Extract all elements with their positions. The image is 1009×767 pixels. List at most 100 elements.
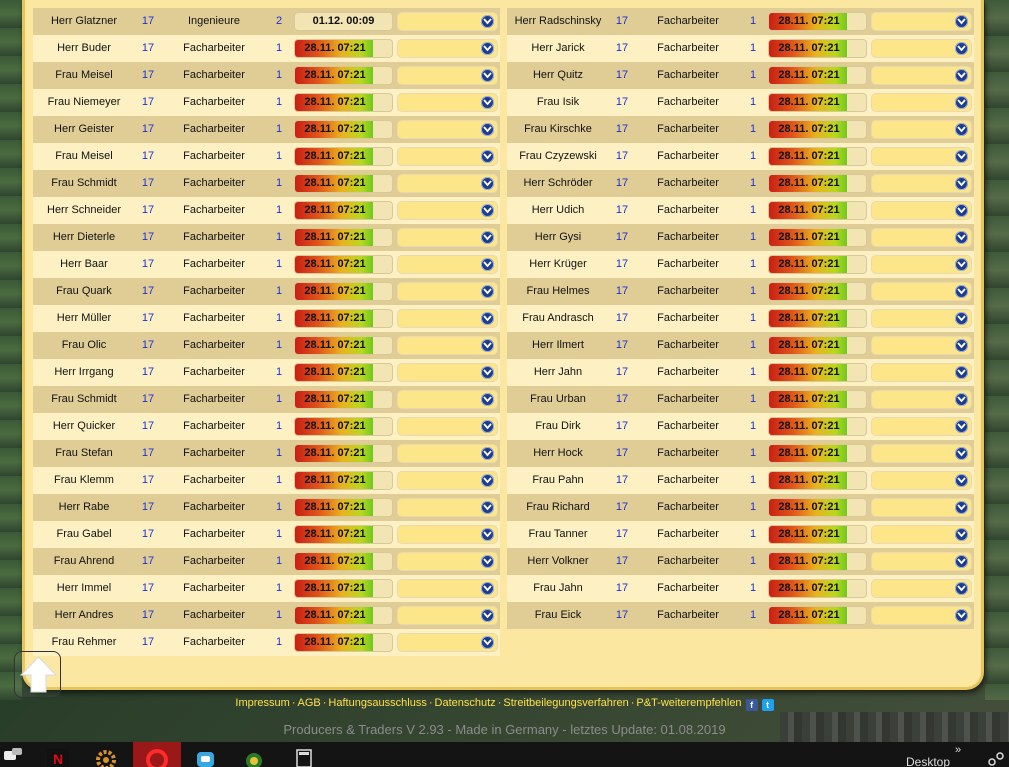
employee-name[interactable]: Frau Klemm — [33, 467, 135, 494]
opera-browser-icon[interactable] — [133, 742, 181, 767]
chevron-down-icon[interactable] — [481, 339, 494, 352]
chevron-down-icon[interactable] — [955, 582, 968, 595]
chevron-down-icon[interactable] — [481, 285, 494, 298]
settings-gear-icon[interactable] — [86, 742, 126, 767]
employee-name[interactable]: Herr Dieterle — [33, 224, 135, 251]
employee-name[interactable]: Frau Tanner — [507, 521, 609, 548]
chevron-down-icon[interactable] — [955, 150, 968, 163]
chevron-down-icon[interactable] — [481, 447, 494, 460]
action-select[interactable] — [871, 552, 972, 571]
chevron-down-icon[interactable] — [481, 420, 494, 433]
chevron-down-icon[interactable] — [955, 420, 968, 433]
chevron-down-icon[interactable] — [481, 96, 494, 109]
chevron-down-icon[interactable] — [481, 231, 494, 244]
chevron-down-icon[interactable] — [955, 609, 968, 622]
action-select[interactable] — [871, 12, 972, 31]
chevron-down-icon[interactable] — [481, 258, 494, 271]
chevron-down-icon[interactable] — [955, 177, 968, 190]
action-select[interactable] — [397, 525, 498, 544]
action-select[interactable] — [397, 309, 498, 328]
employee-name[interactable]: Herr Schröder — [507, 170, 609, 197]
action-select[interactable] — [871, 417, 972, 436]
chevron-down-icon[interactable] — [955, 528, 968, 541]
employee-name[interactable]: Frau Meisel — [33, 62, 135, 89]
chevron-down-icon[interactable] — [955, 42, 968, 55]
chevron-down-icon[interactable] — [481, 555, 494, 568]
action-select[interactable] — [871, 606, 972, 625]
action-select[interactable] — [871, 471, 972, 490]
action-select[interactable] — [397, 552, 498, 571]
chevron-down-icon[interactable] — [955, 312, 968, 325]
chevron-down-icon[interactable] — [481, 204, 494, 217]
action-select[interactable] — [397, 363, 498, 382]
footer-link[interactable]: P&T-weiterempfehlen — [636, 697, 741, 709]
action-select[interactable] — [397, 39, 498, 58]
facebook-icon[interactable]: f — [745, 699, 758, 711]
action-select[interactable] — [397, 417, 498, 436]
employee-name[interactable]: Frau Eick — [507, 602, 609, 629]
action-select[interactable] — [397, 93, 498, 112]
action-select[interactable] — [871, 498, 972, 517]
employee-name[interactable]: Frau Pahn — [507, 467, 609, 494]
employee-name[interactable]: Herr Glatzner — [33, 8, 135, 35]
chevron-down-icon[interactable] — [481, 582, 494, 595]
chevron-down-icon[interactable] — [955, 96, 968, 109]
employee-name[interactable]: Frau Helmes — [507, 278, 609, 305]
netflix-icon[interactable]: N — [42, 742, 74, 767]
footer-link[interactable]: Haftungsausschluss — [328, 697, 426, 709]
employee-name[interactable]: Frau Stefan — [33, 440, 135, 467]
chevron-down-icon[interactable] — [481, 528, 494, 541]
employee-name[interactable]: Herr Müller — [33, 305, 135, 332]
employee-name[interactable]: Herr Jahn — [507, 359, 609, 386]
chevron-down-icon[interactable] — [481, 15, 494, 28]
employee-name[interactable]: Herr Andres — [33, 602, 135, 629]
employee-name[interactable]: Herr Jarick — [507, 35, 609, 62]
twitter-icon[interactable]: t — [761, 699, 774, 711]
chevron-down-icon[interactable] — [955, 258, 968, 271]
action-select[interactable] — [871, 174, 972, 193]
employee-name[interactable]: Frau Kirschke — [507, 116, 609, 143]
action-select[interactable] — [871, 525, 972, 544]
employee-name[interactable]: Herr Rabe — [33, 494, 135, 521]
employee-name[interactable]: Frau Schmidt — [33, 170, 135, 197]
employee-name[interactable]: Herr Udich — [507, 197, 609, 224]
footer-link[interactable]: Datenschutz — [435, 697, 496, 709]
chevron-down-icon[interactable] — [481, 474, 494, 487]
action-select[interactable] — [871, 66, 972, 85]
action-select[interactable] — [871, 201, 972, 220]
chevron-down-icon[interactable] — [955, 555, 968, 568]
action-select[interactable] — [397, 120, 498, 139]
chevron-down-icon[interactable] — [481, 150, 494, 163]
employee-name[interactable]: Frau Czyzewski — [507, 143, 609, 170]
action-select[interactable] — [871, 39, 972, 58]
employee-name[interactable]: Herr Ilmert — [507, 332, 609, 359]
chevron-down-icon[interactable] — [955, 474, 968, 487]
employee-name[interactable]: Herr Hock — [507, 440, 609, 467]
employee-name[interactable]: Herr Baar — [33, 251, 135, 278]
chevron-down-icon[interactable] — [481, 69, 494, 82]
chevron-down-icon[interactable] — [481, 123, 494, 136]
chevron-down-icon[interactable] — [955, 69, 968, 82]
action-select[interactable] — [871, 228, 972, 247]
chevron-down-icon[interactable] — [955, 339, 968, 352]
employee-name[interactable]: Frau Meisel — [33, 143, 135, 170]
action-select[interactable] — [871, 390, 972, 409]
footer-link[interactable]: Impressum — [235, 697, 289, 709]
employee-name[interactable]: Frau Jahn — [507, 575, 609, 602]
action-select[interactable] — [397, 228, 498, 247]
employee-name[interactable]: Herr Quitz — [507, 62, 609, 89]
employee-name[interactable]: Herr Irrgang — [33, 359, 135, 386]
employee-name[interactable]: Herr Geister — [33, 116, 135, 143]
chevron-down-icon[interactable] — [955, 204, 968, 217]
action-select[interactable] — [397, 498, 498, 517]
employee-name[interactable]: Frau Dirk — [507, 413, 609, 440]
chevron-down-icon[interactable] — [955, 447, 968, 460]
chevron-down-icon[interactable] — [481, 636, 494, 649]
employee-name[interactable]: Frau Urban — [507, 386, 609, 413]
action-select[interactable] — [871, 255, 972, 274]
employee-name[interactable]: Frau Isik — [507, 89, 609, 116]
chevron-down-icon[interactable] — [481, 366, 494, 379]
action-select[interactable] — [397, 282, 498, 301]
employee-name[interactable]: Herr Quicker — [33, 413, 135, 440]
employee-name[interactable]: Frau Ahrend — [33, 548, 135, 575]
